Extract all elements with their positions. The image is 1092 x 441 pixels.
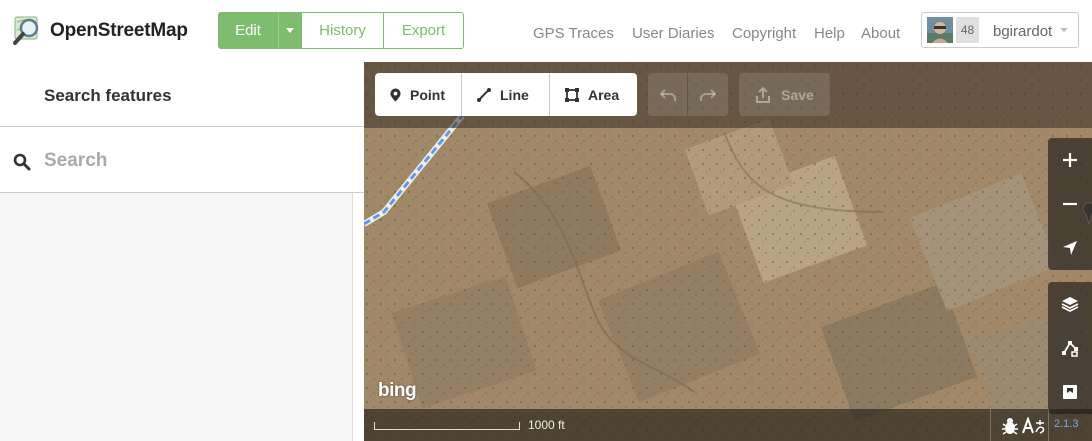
zoom-in-icon <box>1063 153 1077 167</box>
add-area-label: Area <box>588 86 620 103</box>
nav-gps-traces[interactable]: GPS Traces <box>533 25 614 42</box>
add-line-button[interactable]: Line <box>462 73 550 116</box>
map-data-button[interactable] <box>1048 326 1092 370</box>
bing-logo: bing <box>378 380 417 401</box>
add-feature-toolbar: Point Line Area <box>375 73 637 116</box>
nav-help[interactable]: Help <box>814 25 845 42</box>
geolocate-button[interactable] <box>1048 226 1092 270</box>
bug-report-icon[interactable] <box>1000 417 1020 435</box>
top-header: OpenStreetMap Edit History Export GPS Tr… <box>0 0 1092 62</box>
scale-bar <box>374 422 520 430</box>
brand-title[interactable]: OpenStreetMap <box>50 20 188 42</box>
add-point-label: Point <box>410 86 445 103</box>
scale-label: 1000 ft <box>528 418 565 432</box>
nav-copyright[interactable]: Copyright <box>732 25 796 42</box>
map-canvas[interactable]: Point Line Area Save bing 1000 ft 2.1.3 <box>364 62 1092 441</box>
chevron-down-icon <box>286 28 294 33</box>
add-point-button[interactable]: Point <box>375 73 462 116</box>
geolocate-icon <box>1063 241 1077 255</box>
redo-button[interactable] <box>688 73 728 116</box>
map-nav-controls <box>1048 138 1092 270</box>
area-icon <box>565 87 579 102</box>
add-line-label: Line <box>500 86 529 103</box>
point-marker-icon <box>390 88 401 101</box>
osm-logo-icon[interactable] <box>12 14 44 46</box>
save-label: Save <box>781 86 814 103</box>
add-area-button[interactable]: Area <box>550 73 637 116</box>
undo-button[interactable] <box>648 73 688 116</box>
history-button[interactable]: History <box>302 12 384 49</box>
chevron-down-icon <box>1060 28 1068 32</box>
background-settings-button[interactable] <box>1048 282 1092 326</box>
user-menu[interactable]: 48 bgirardot <box>921 12 1079 48</box>
edit-dropdown-button[interactable] <box>278 12 302 49</box>
undo-icon <box>659 88 676 101</box>
map-footer: 1000 ft 2.1.3 <box>364 409 1092 441</box>
line-icon <box>477 87 491 102</box>
feature-search <box>0 127 364 193</box>
translate-icon[interactable] <box>1022 417 1046 435</box>
edit-group: Edit History Export <box>218 12 464 49</box>
footer-divider <box>990 409 991 441</box>
map-data-icon <box>1062 341 1078 357</box>
zoom-out-icon <box>1063 202 1077 206</box>
username: bgirardot <box>993 23 1053 40</box>
search-input[interactable] <box>44 147 344 175</box>
save-button[interactable]: Save <box>739 73 830 116</box>
map-pane-controls <box>1048 282 1092 414</box>
footer-tools <box>1000 417 1048 435</box>
undo-redo-group <box>648 73 728 116</box>
export-button[interactable]: Export <box>384 12 464 49</box>
help-icon <box>1063 385 1077 399</box>
avatar <box>927 17 953 43</box>
help-button[interactable] <box>1048 370 1092 414</box>
sidebar-scrollbar[interactable] <box>352 193 364 441</box>
nav-about[interactable]: About <box>861 25 900 42</box>
upload-icon <box>756 86 771 103</box>
layers-icon <box>1061 297 1079 313</box>
sidebar: Search features <box>0 62 364 441</box>
search-icon <box>13 153 31 171</box>
zoom-out-button[interactable] <box>1048 182 1092 226</box>
edit-button[interactable]: Edit <box>218 12 278 49</box>
zoom-in-button[interactable] <box>1048 138 1092 182</box>
sidebar-title: Search features <box>44 86 172 105</box>
redo-icon <box>700 88 717 101</box>
version-link[interactable]: 2.1.3 <box>1054 418 1078 430</box>
message-count-badge: 48 <box>956 17 979 43</box>
sidebar-header: Search features <box>0 62 364 127</box>
footer-divider <box>1048 409 1049 441</box>
nav-user-diaries[interactable]: User Diaries <box>632 25 715 42</box>
